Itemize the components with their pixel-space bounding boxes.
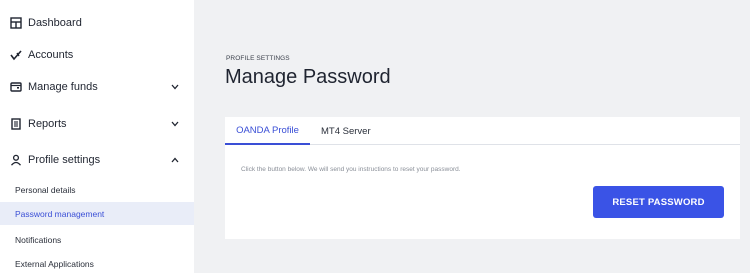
sidebar-subitem-label: External Applications [15,258,94,269]
sidebar-subitem-personal-details[interactable]: Personal details [0,178,194,201]
sidebar-subitem-label: Personal details [15,184,76,195]
reset-password-button[interactable]: RESET PASSWORD [593,186,724,218]
sidebar-item-label: Accounts [28,49,74,61]
sidebar-item-label: Reports [28,118,67,130]
sidebar-item-dashboard[interactable]: Dashboard [0,9,194,37]
tab-mt4-server[interactable]: MT4 Server [321,117,371,145]
accounts-icon [9,49,22,62]
sidebar-item-accounts[interactable]: Accounts [0,41,194,69]
sidebar-subitem-label: Notifications [15,234,62,245]
sidebar-item-reports[interactable]: Reports [0,110,194,138]
reports-icon [9,118,22,131]
sidebar-item-label: Dashboard [28,17,82,29]
help-text: Click the button below. We will send you… [241,166,461,173]
chevron-down-icon[interactable] [170,119,180,129]
page-title: Manage Password [225,66,391,88]
sidebar-subitem-label: Password management [15,208,105,219]
sidebar-subitem-password-management[interactable]: Password management [0,202,194,225]
wallet-icon [9,81,22,94]
sidebar-item-profile-settings[interactable]: Profile settings [0,146,194,174]
page-kicker: PROFILE SETTINGS [226,55,290,62]
sidebar: Dashboard Accounts Manage funds Reports … [0,0,194,273]
sidebar-item-manage-funds[interactable]: Manage funds [0,73,194,101]
sidebar-subitem-notifications[interactable]: Notifications [0,228,194,251]
dashboard-icon [9,17,22,30]
sidebar-item-label: Profile settings [28,154,101,166]
sidebar-item-label: Manage funds [28,81,98,93]
user-icon [9,154,22,167]
sidebar-subitem-external-applications[interactable]: External Applications [0,252,194,273]
tab-bar: OANDA Profile MT4 Server [225,117,740,145]
tab-oanda-profile[interactable]: OANDA Profile [225,117,310,145]
chevron-up-icon[interactable] [170,155,180,165]
chevron-down-icon[interactable] [170,82,180,92]
password-card: OANDA Profile MT4 Server Click the butto… [225,117,740,239]
